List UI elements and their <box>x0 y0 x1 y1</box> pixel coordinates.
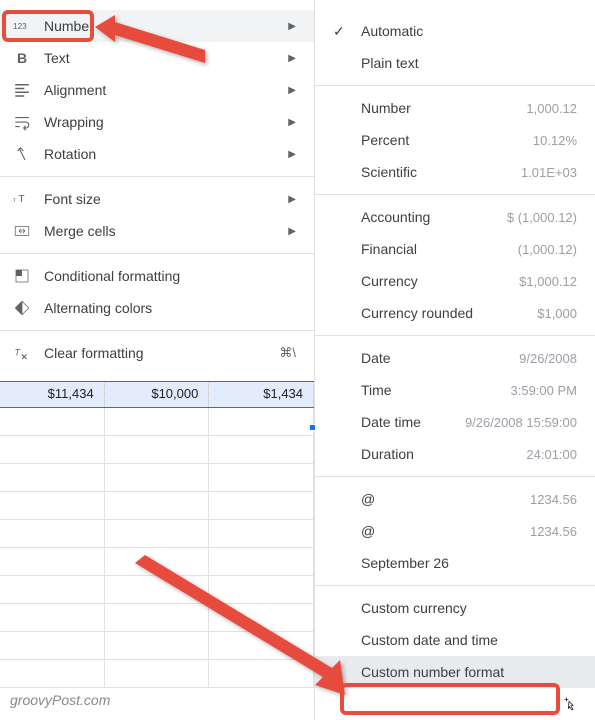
wrapping-icon <box>12 112 32 132</box>
format-example: 1,000.12 <box>526 101 577 116</box>
svg-text:T: T <box>18 193 25 205</box>
at-option-2[interactable]: @ 1234.56 <box>315 515 595 547</box>
format-example: 10.12% <box>533 133 577 148</box>
divider <box>315 85 595 86</box>
font-size-label: Font size <box>44 191 101 207</box>
format-example: $ (1,000.12) <box>507 210 577 225</box>
clear-formatting-menu-item[interactable]: T Clear formatting ⌘\ <box>0 337 314 369</box>
alignment-icon <box>12 80 32 100</box>
alternating-colors-menu-item[interactable]: Alternating colors <box>0 292 314 324</box>
chevron-right-icon: ▶ <box>288 149 296 160</box>
financial-option[interactable]: Financial (1,000.12) <box>315 233 595 265</box>
bold-icon: B <box>12 48 32 68</box>
wrapping-menu-item[interactable]: Wrapping ▶ <box>0 106 314 138</box>
font-size-icon: тT <box>12 189 32 209</box>
number-icon: 123 <box>12 16 32 36</box>
accounting-option[interactable]: Accounting $ (1,000.12) <box>315 201 595 233</box>
duration-option[interactable]: Duration 24:01:00 <box>315 438 595 470</box>
custom-number-format-option[interactable]: Custom number format <box>315 656 595 688</box>
alternating-colors-icon <box>12 298 32 318</box>
cell[interactable]: $1,434 <box>209 382 314 407</box>
svg-text:123: 123 <box>13 22 27 31</box>
chevron-right-icon: ▶ <box>288 85 296 96</box>
plain-text-option[interactable]: Plain text <box>315 47 595 79</box>
text-label: Text <box>44 50 70 66</box>
format-example: (1,000.12) <box>518 242 577 257</box>
merge-cells-label: Merge cells <box>44 223 116 239</box>
chevron-right-icon: ▶ <box>288 21 296 32</box>
conditional-formatting-icon <box>12 266 32 286</box>
divider <box>315 194 595 195</box>
conditional-formatting-menu-item[interactable]: Conditional formatting <box>0 260 314 292</box>
format-example: 1234.56 <box>530 492 577 507</box>
chevron-right-icon: ▶ <box>288 226 296 237</box>
alignment-menu-item[interactable]: Alignment ▶ <box>0 74 314 106</box>
time-option[interactable]: Time 3:59:00 PM <box>315 374 595 406</box>
date-option[interactable]: Date 9/26/2008 <box>315 342 595 374</box>
svg-text:т: т <box>13 198 16 204</box>
watermark: groovyPost.com <box>10 692 110 708</box>
font-size-menu-item[interactable]: тT Font size ▶ <box>0 183 314 215</box>
number-format-submenu: ✓ Automatic Plain text Number 1,000.12 P… <box>315 0 595 720</box>
automatic-label: Automatic <box>361 23 423 39</box>
shortcut-label: ⌘\ <box>279 345 296 361</box>
number-menu-item[interactable]: 123 Number ▶ <box>0 10 314 42</box>
selection-handle[interactable] <box>309 424 316 431</box>
chevron-right-icon: ▶ <box>288 117 296 128</box>
automatic-option[interactable]: ✓ Automatic <box>315 15 595 47</box>
currency-rounded-option[interactable]: Currency rounded $1,000 <box>315 297 595 329</box>
custom-date-time-option[interactable]: Custom date and time <box>315 624 595 656</box>
format-example: 9/26/2008 <box>519 351 577 366</box>
divider <box>315 476 595 477</box>
format-example: 9/26/2008 15:59:00 <box>465 415 577 430</box>
check-icon: ✓ <box>333 23 353 40</box>
format-example: $1,000.12 <box>519 274 577 289</box>
rotation-menu-item[interactable]: Rotation ▶ <box>0 138 314 170</box>
divider <box>0 176 314 177</box>
format-example: 24:01:00 <box>526 447 577 462</box>
percent-option[interactable]: Percent 10.12% <box>315 124 595 156</box>
date-time-option[interactable]: Date time 9/26/2008 15:59:00 <box>315 406 595 438</box>
format-example: 1234.56 <box>530 524 577 539</box>
conditional-formatting-label: Conditional formatting <box>44 268 180 284</box>
currency-option[interactable]: Currency $1,000.12 <box>315 265 595 297</box>
chevron-right-icon: ▶ <box>288 194 296 205</box>
spreadsheet-selected-row[interactable]: $11,434 $10,000 $1,434 <box>0 381 314 408</box>
format-example: 1.01E+03 <box>521 165 577 180</box>
cursor-icon <box>561 696 577 715</box>
svg-text:T: T <box>15 347 22 357</box>
number-format-option[interactable]: Number 1,000.12 <box>315 92 595 124</box>
merge-cells-icon <box>12 221 32 241</box>
merge-cells-menu-item[interactable]: Merge cells ▶ <box>0 215 314 247</box>
chevron-right-icon: ▶ <box>288 53 296 64</box>
format-menu: 123 Number ▶ B Text ▶ Alignment ▶ Wrappi… <box>0 0 315 720</box>
clear-formatting-icon: T <box>12 343 32 363</box>
divider <box>0 330 314 331</box>
september-option[interactable]: September 26 <box>315 547 595 579</box>
at-option-1[interactable]: @ 1234.56 <box>315 483 595 515</box>
cell[interactable]: $11,434 <box>0 382 105 407</box>
divider <box>315 585 595 586</box>
divider <box>0 253 314 254</box>
cell[interactable]: $10,000 <box>105 382 210 407</box>
custom-currency-option[interactable]: Custom currency <box>315 592 595 624</box>
rotation-label: Rotation <box>44 146 96 162</box>
spreadsheet-grid[interactable] <box>0 408 314 688</box>
format-example: $1,000 <box>537 306 577 321</box>
text-menu-item[interactable]: B Text ▶ <box>0 42 314 74</box>
alignment-label: Alignment <box>44 82 106 98</box>
scientific-option[interactable]: Scientific 1.01E+03 <box>315 156 595 188</box>
divider <box>315 335 595 336</box>
wrapping-label: Wrapping <box>44 114 104 130</box>
rotation-icon <box>12 144 32 164</box>
format-example: 3:59:00 PM <box>511 383 578 398</box>
alternating-colors-label: Alternating colors <box>44 300 152 316</box>
clear-formatting-label: Clear formatting <box>44 345 144 361</box>
number-label: Number <box>44 18 94 34</box>
plain-text-label: Plain text <box>361 55 419 71</box>
